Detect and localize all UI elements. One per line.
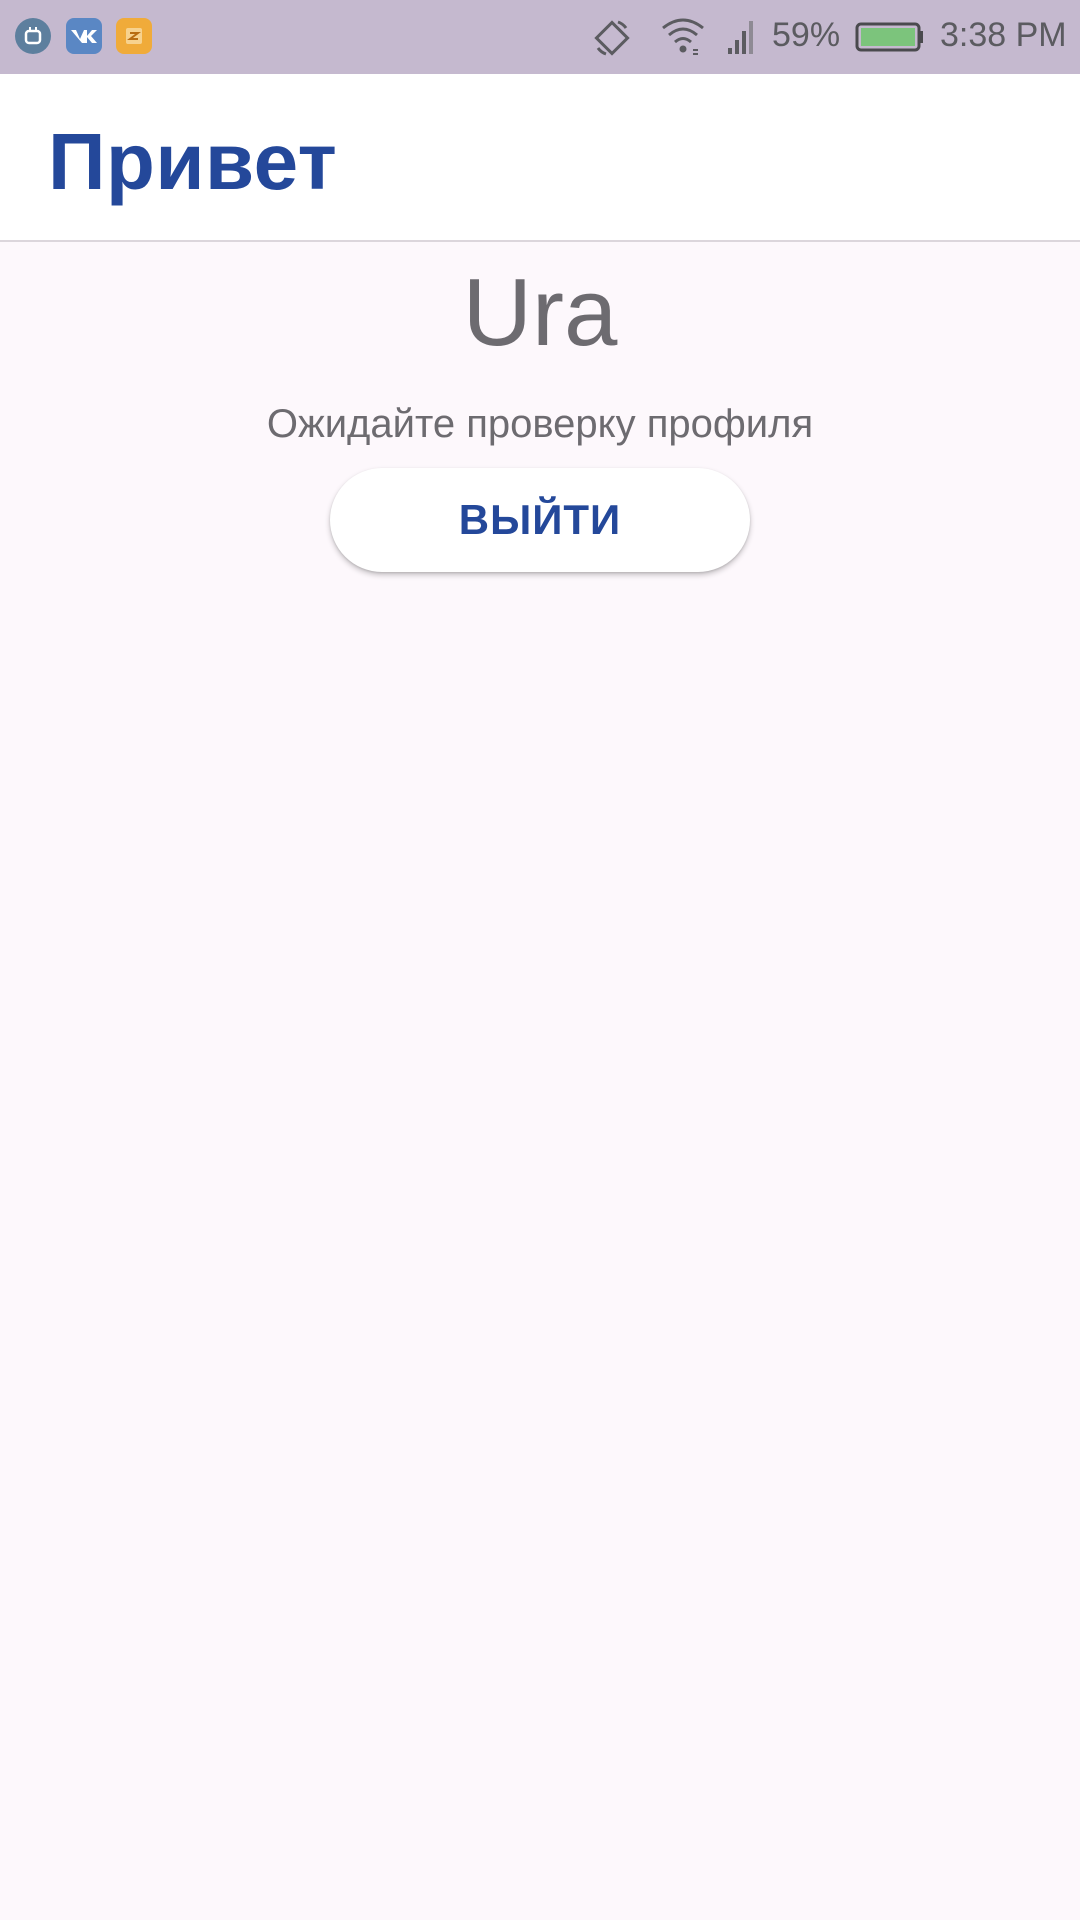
box-icon: [116, 18, 152, 54]
signal-icon: [728, 21, 753, 54]
logout-button[interactable]: ВЫЙТИ: [330, 468, 750, 572]
vk-icon: [66, 18, 102, 54]
battery-percent: 59%: [772, 16, 841, 54]
app-title: Привет: [48, 117, 338, 206]
user-name: Ura: [462, 259, 618, 366]
android-icon: [15, 18, 51, 54]
profile-status-message: Ожидайте проверку профиля: [266, 402, 814, 446]
battery-icon: [855, 22, 923, 52]
wifi-icon: [662, 18, 704, 55]
status-time: 3:38 PM: [940, 16, 1067, 54]
app-bar: Привет: [0, 74, 1080, 242]
rotate-icon: [594, 20, 630, 56]
status-bar: 59% 3:38 PM: [0, 0, 1080, 74]
